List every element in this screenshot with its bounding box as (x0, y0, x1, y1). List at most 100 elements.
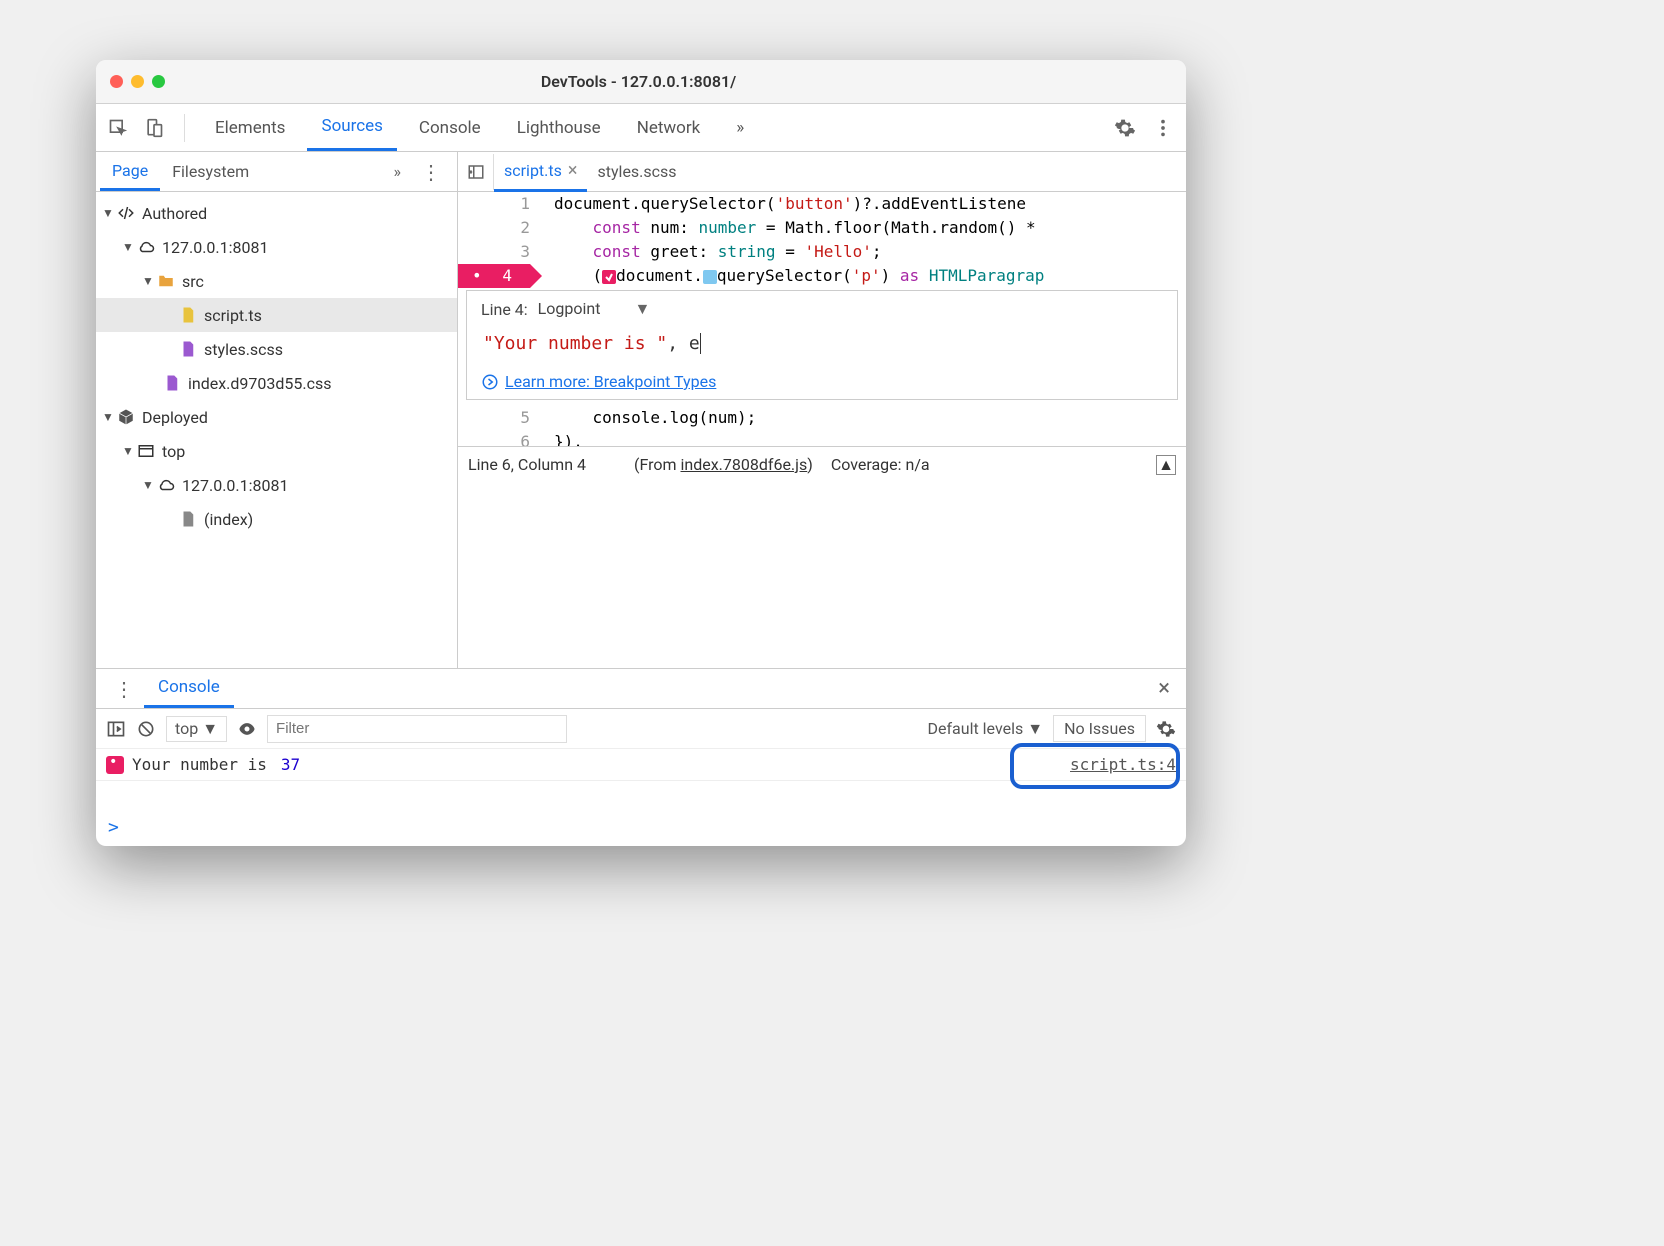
chevron-down-icon: ▼ (102, 410, 116, 424)
chevron-down-icon: ▼ (122, 444, 136, 458)
inspect-element-icon[interactable] (104, 114, 132, 142)
editor-panel: script.ts × styles.scss 1 2 3 4 document… (458, 152, 1186, 668)
log-entry[interactable]: Your number is 37 script.ts:4 (96, 749, 1186, 781)
code-editor-continued[interactable]: 5 6 console.log(num); }). (458, 406, 1186, 446)
main-tab-bar: Elements Sources Console Lighthouse Netw… (96, 104, 1186, 152)
learn-more-link[interactable]: Learn more: Breakpoint Types (481, 372, 1163, 391)
line-number[interactable]: 2 (458, 216, 530, 240)
tree-node-host[interactable]: ▼ 127.0.0.1:8081 (96, 230, 457, 264)
tree-node-top[interactable]: ▼ top (96, 434, 457, 468)
close-tab-icon[interactable]: × (568, 160, 578, 181)
logpoint-expression-input[interactable]: "Your number is ", e​ (481, 329, 1163, 358)
subtab-page[interactable]: Page (100, 153, 160, 191)
tree-node-index[interactable]: (index) (96, 502, 457, 536)
tab-network[interactable]: Network (623, 106, 715, 150)
tab-console[interactable]: Console (405, 106, 495, 150)
tree-node-indexcss[interactable]: index.d9703d55.css (96, 366, 457, 400)
sources-body: Page Filesystem » ⋮ ▼ Authored ▼ 127.0.0… (96, 152, 1186, 668)
filetab-styles[interactable]: styles.scss (587, 154, 686, 189)
tree-label: top (162, 442, 185, 461)
drawer-tab-console[interactable]: Console (144, 669, 234, 708)
clear-console-icon[interactable] (136, 719, 156, 739)
tree-node-authored[interactable]: ▼ Authored (96, 196, 457, 230)
toggle-sidebar-icon[interactable] (106, 719, 126, 739)
breakpoint-header: Line 4: Logpoint ▼ (481, 299, 1163, 319)
gutter[interactable]: 5 6 (458, 406, 548, 446)
editor-statusbar: Line 6, Column 4 (From index.7808df6e.js… (458, 446, 1186, 482)
tab-sources[interactable]: Sources (307, 104, 396, 151)
tree-node-host2[interactable]: ▼ 127.0.0.1:8081 (96, 468, 457, 502)
arrow-circle-icon (481, 373, 499, 391)
coverage-status: Coverage: n/a (831, 455, 930, 474)
file-icon (178, 305, 198, 325)
filetab-label: script.ts (504, 161, 562, 180)
line-number[interactable]: 3 (458, 240, 530, 264)
subtab-filesystem[interactable]: Filesystem (160, 154, 261, 189)
chevron-down-icon: ▼ (142, 478, 156, 492)
log-level-selector[interactable]: Default levels ▼ (928, 719, 1044, 739)
tree-label: 127.0.0.1:8081 (162, 238, 268, 257)
breakpoint-editor: Line 4: Logpoint ▼ "Your number is ", e​… (466, 290, 1178, 400)
eye-icon[interactable] (237, 719, 257, 739)
toggle-navigator-icon[interactable] (458, 154, 494, 190)
box-icon (116, 407, 136, 427)
tree-label: src (182, 272, 204, 291)
minimize-window-button[interactable] (131, 75, 144, 88)
traffic-lights (110, 75, 165, 88)
tree-label: styles.scss (204, 340, 283, 359)
close-window-button[interactable] (110, 75, 123, 88)
gutter[interactable]: 1 2 3 4 (458, 192, 548, 290)
cursor-position: Line 6, Column 4 (468, 455, 586, 474)
bp-type-select[interactable]: Logpoint ▼ (538, 299, 651, 319)
tree-label: 127.0.0.1:8081 (182, 476, 288, 495)
cloud-icon (136, 237, 156, 257)
file-icon (178, 509, 198, 529)
navigator-menu-icon[interactable]: ⋮ (409, 160, 453, 184)
line-number[interactable]: 1 (458, 192, 530, 216)
context-selector[interactable]: top▼ (166, 716, 227, 742)
filetab-script[interactable]: script.ts × (494, 152, 587, 192)
cloud-icon (156, 475, 176, 495)
line-number-breakpoint[interactable]: 4 (458, 264, 530, 288)
code-icon (116, 203, 136, 223)
console-settings-icon[interactable] (1156, 719, 1176, 739)
filter-input[interactable] (267, 715, 567, 743)
subtab-overflow[interactable]: » (386, 162, 410, 181)
close-drawer-icon[interactable]: × (1150, 676, 1178, 701)
tree-label: Authored (142, 204, 207, 223)
sourcemap-origin[interactable]: (From index.7808df6e.js) (634, 455, 813, 474)
tab-overflow[interactable]: » (722, 106, 758, 150)
chevron-down-icon: ▼ (1027, 719, 1043, 739)
log-source-link[interactable]: script.ts:4 (1070, 755, 1176, 774)
tree-label: Deployed (142, 408, 208, 427)
drawer-menu-icon[interactable]: ⋮ (104, 677, 144, 701)
navigator-tabs: Page Filesystem » ⋮ (96, 152, 457, 192)
maximize-window-button[interactable] (152, 75, 165, 88)
issues-button[interactable]: No Issues (1053, 715, 1146, 742)
expand-icon[interactable]: ▲ (1156, 455, 1176, 475)
file-tree: ▼ Authored ▼ 127.0.0.1:8081 ▼ src script… (96, 192, 457, 668)
console-prompt[interactable]: > (96, 809, 1186, 846)
line-number[interactable]: 5 (458, 406, 530, 430)
code-lines[interactable]: document.querySelector('button')?.addEve… (548, 192, 1186, 290)
chevron-down-icon: ▼ (142, 274, 156, 288)
chevron-down-icon: ▼ (122, 240, 136, 254)
more-menu-icon[interactable] (1148, 113, 1178, 143)
bp-line-label: Line 4: (481, 300, 528, 319)
tree-label: index.d9703d55.css (188, 374, 332, 393)
tree-node-script[interactable]: script.ts (96, 298, 457, 332)
tree-node-styles[interactable]: styles.scss (96, 332, 457, 366)
code-lines[interactable]: console.log(num); }). (548, 406, 1186, 446)
tab-elements[interactable]: Elements (201, 106, 299, 150)
tree-node-deployed[interactable]: ▼ Deployed (96, 400, 457, 434)
tree-node-src[interactable]: ▼ src (96, 264, 457, 298)
line-number[interactable]: 6 (458, 430, 530, 446)
tab-lighthouse[interactable]: Lighthouse (503, 106, 615, 150)
folder-icon (156, 271, 176, 291)
log-value: 37 (281, 755, 300, 774)
device-toolbar-icon[interactable] (140, 114, 168, 142)
frame-icon (136, 441, 156, 461)
settings-icon[interactable] (1110, 113, 1140, 143)
code-editor[interactable]: 1 2 3 4 document.querySelector('button')… (458, 192, 1186, 290)
tree-label: script.ts (204, 306, 262, 325)
